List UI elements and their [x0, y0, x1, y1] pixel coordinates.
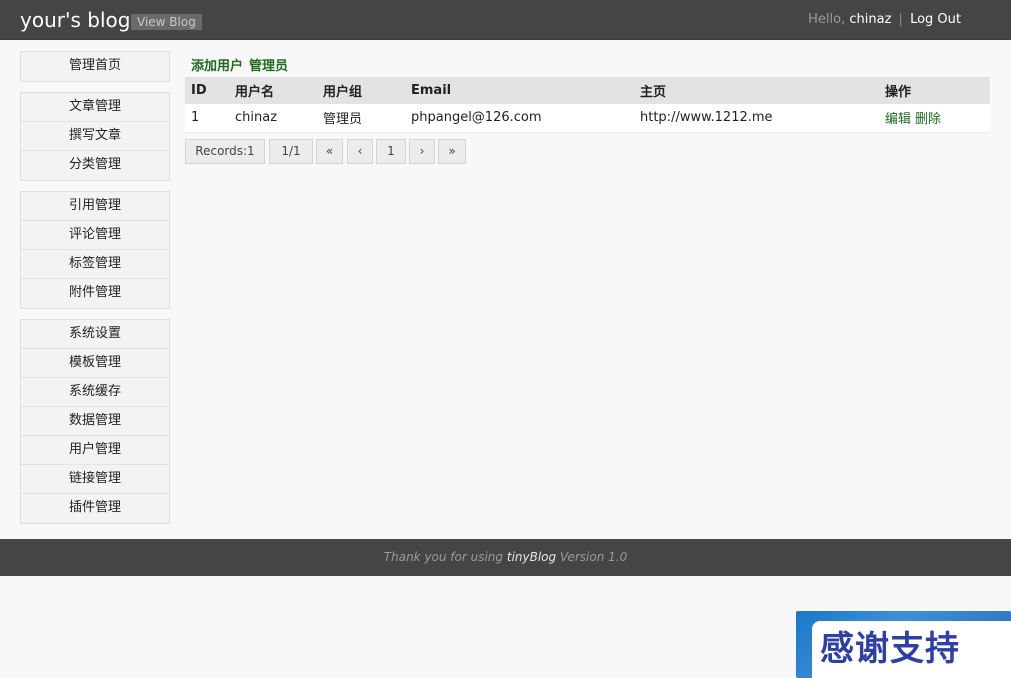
- table-header-row: ID 用户名 用户组 Email 主页 操作: [185, 77, 990, 104]
- users-table: ID 用户名 用户组 Email 主页 操作 1 chinaz 管理员 phpa…: [185, 77, 990, 133]
- footer-text-pre: Thank you for using: [383, 550, 507, 564]
- thanks-text: 感谢支持: [820, 629, 960, 669]
- sidebar-item-write-article[interactable]: 撰写文章: [21, 122, 169, 151]
- footer: Thank you for using tinyBlog Version 1.0: [0, 539, 1011, 576]
- add-user-link[interactable]: 添加用户: [191, 59, 243, 74]
- cell-actions: 编辑 删除: [879, 104, 990, 133]
- cell-username: chinaz: [229, 104, 317, 133]
- cell-group: 管理员: [317, 104, 405, 133]
- records-count: Records:1: [185, 139, 265, 164]
- username: chinaz: [849, 12, 892, 27]
- separator: |: [898, 12, 903, 27]
- footer-text-post: Version 1.0: [556, 550, 628, 564]
- page-indicator: 1/1: [269, 139, 313, 164]
- menu-group-home: 管理首页: [20, 51, 170, 82]
- column-header-email: Email: [405, 77, 634, 104]
- footer-product-name: tinyBlog: [506, 550, 557, 564]
- sidebar-item-categories[interactable]: 分类管理: [21, 151, 169, 180]
- user-box: Hello, chinaz | Log Out: [808, 12, 961, 28]
- action-links: 添加用户 管理员: [191, 55, 294, 74]
- last-page-button[interactable]: »: [438, 139, 466, 164]
- sidebar-item-articles[interactable]: 文章管理: [21, 93, 169, 122]
- sidebar-item-comments[interactable]: 评论管理: [21, 221, 169, 250]
- first-page-button[interactable]: «: [316, 139, 343, 164]
- view-blog-link[interactable]: View Blog: [131, 14, 202, 30]
- sidebar-item-users[interactable]: 用户管理: [21, 436, 169, 465]
- sidebar-item-plugins[interactable]: 插件管理: [21, 494, 169, 523]
- column-header-group: 用户组: [317, 77, 405, 104]
- menu-group-content: 引用管理 评论管理 标签管理 附件管理: [20, 191, 170, 309]
- sidebar-item-settings[interactable]: 系统设置: [21, 320, 169, 349]
- thanks-banner-inner: 感谢支持: [812, 621, 1011, 678]
- column-header-homepage: 主页: [634, 77, 879, 104]
- menu-group-system: 系统设置 模板管理 系统缓存 数据管理 用户管理 链接管理 插件管理: [20, 319, 170, 524]
- logout-link[interactable]: Log Out: [910, 12, 961, 27]
- column-header-actions: 操作: [879, 77, 990, 104]
- cell-id: 1: [185, 104, 229, 133]
- sidebar-item-templates[interactable]: 模板管理: [21, 349, 169, 378]
- next-page-button[interactable]: ›: [409, 139, 435, 164]
- sidebar-item-cache[interactable]: 系统缓存: [21, 378, 169, 407]
- sidebar: 管理首页 文章管理 撰写文章 分类管理 引用管理 评论管理 标签管理 附件管理 …: [20, 51, 170, 534]
- column-header-username: 用户名: [229, 77, 317, 104]
- site-title[interactable]: your's blog: [20, 8, 130, 32]
- top-bar: your's blog View Blog Hello, chinaz | Lo…: [0, 0, 1011, 40]
- table-row: 1 chinaz 管理员 phpangel@126.com http://www…: [185, 104, 990, 133]
- page-1-button[interactable]: 1: [376, 139, 406, 164]
- cell-homepage: http://www.1212.me: [634, 104, 879, 133]
- sidebar-item-attachments[interactable]: 附件管理: [21, 279, 169, 308]
- cell-email: phpangel@126.com: [405, 104, 634, 133]
- sidebar-item-tags[interactable]: 标签管理: [21, 250, 169, 279]
- prev-page-button[interactable]: ‹: [347, 139, 373, 164]
- delete-link[interactable]: 删除: [915, 112, 941, 127]
- sidebar-item-dashboard[interactable]: 管理首页: [21, 52, 169, 81]
- hello-text: Hello,: [808, 12, 846, 27]
- sidebar-item-links[interactable]: 链接管理: [21, 465, 169, 494]
- menu-group-articles: 文章管理 撰写文章 分类管理: [20, 92, 170, 181]
- column-header-id: ID: [185, 77, 229, 104]
- sidebar-item-trackbacks[interactable]: 引用管理: [21, 192, 169, 221]
- sidebar-item-database[interactable]: 数据管理: [21, 407, 169, 436]
- thanks-banner: 感谢支持: [796, 611, 1011, 678]
- edit-link[interactable]: 编辑: [885, 112, 911, 127]
- admin-filter-link[interactable]: 管理员: [249, 59, 288, 74]
